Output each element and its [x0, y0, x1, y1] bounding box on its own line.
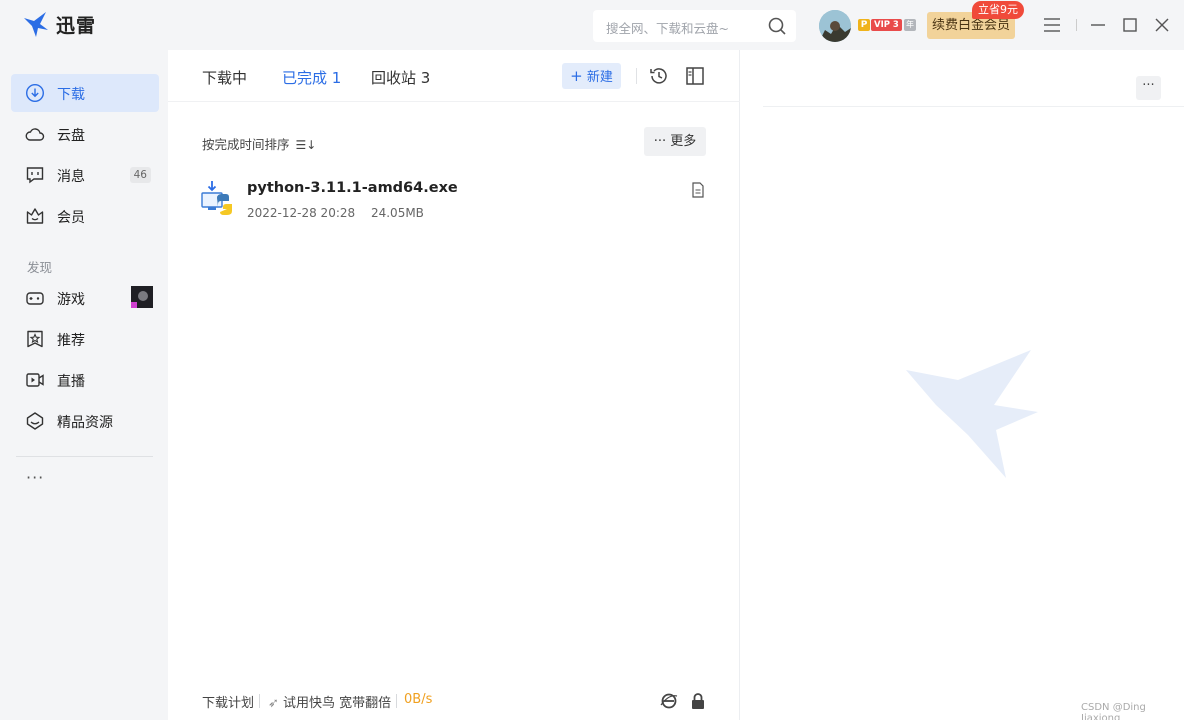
search-input[interactable]: 搜全网、下载和云盘~	[606, 18, 729, 37]
sort-label: 按完成时间排序	[202, 137, 290, 152]
history-icon[interactable]	[648, 65, 670, 87]
python-installer-icon	[201, 181, 232, 215]
sidebar-more-button[interactable]: ···	[26, 468, 44, 487]
avatar[interactable]	[819, 10, 851, 42]
sidebar-item-cloud[interactable]: 云盘	[11, 115, 159, 153]
sidebar-item-messages[interactable]: 消息 46	[11, 156, 159, 194]
sidebar-item-label: 精品资源	[57, 415, 113, 431]
sort-icon: ☰↓	[295, 138, 317, 152]
sidebar-item-label: 下载	[57, 87, 85, 103]
file-meta: 2022-12-28 20:28 24.05MB	[247, 206, 436, 220]
sidebar-item-vip[interactable]: 会员	[11, 197, 159, 235]
search-icon[interactable]	[767, 16, 787, 36]
menu-icon[interactable]	[1042, 15, 1062, 35]
file-details-icon[interactable]	[690, 182, 706, 198]
detail-divider	[763, 106, 1184, 107]
status-bar: 下载计划 ➶ 试用快鸟 宽带翻倍 0B/s	[168, 686, 740, 716]
star-icon	[27, 330, 43, 348]
sort-control[interactable]: 按完成时间排序 ☰↓	[202, 134, 316, 153]
download-panel: 下载中 已完成 1 回收站 3 + 新建 按完成时间排序 ☰↓ ··· 更多 p…	[168, 50, 740, 720]
crown-icon	[26, 208, 44, 224]
accelerate-label: 试用快鸟 宽带翻倍	[283, 696, 392, 711]
close-icon[interactable]	[1152, 15, 1172, 35]
section-title-discover: 发现	[27, 260, 53, 275]
titlebar-divider	[1076, 19, 1077, 31]
download-plan-link[interactable]: 下载计划	[202, 692, 254, 711]
new-task-label: 新建	[586, 70, 613, 85]
vip-p-badge: P	[858, 19, 870, 31]
minimize-icon[interactable]	[1088, 15, 1108, 35]
title-bar: 迅雷 搜全网、下载和云盘~ P VIP 3 年 续费白金会员 立省9元	[0, 0, 1184, 50]
new-task-button[interactable]: + 新建	[562, 63, 621, 89]
maximize-icon[interactable]	[1120, 15, 1140, 35]
more-button[interactable]: ··· 更多	[644, 127, 706, 156]
sidebar-item-label: 消息	[57, 169, 85, 185]
sidebar-item-download[interactable]: 下载	[11, 74, 159, 112]
search-box[interactable]: 搜全网、下载和云盘~	[593, 10, 796, 42]
sidebar-item-label: 会员	[57, 210, 85, 226]
sidebar-item-resources[interactable]: 精品资源	[11, 402, 159, 440]
message-count-badge: 46	[129, 167, 151, 183]
thunder-bird-icon	[24, 12, 48, 37]
tab-recycle-bin[interactable]: 回收站 3	[371, 67, 430, 88]
panel-toggle-icon[interactable]	[684, 65, 706, 87]
download-icon	[25, 83, 45, 103]
thunder-bird-watermark-icon	[906, 350, 1038, 478]
game-thumbnail	[131, 286, 153, 308]
plus-icon: +	[570, 67, 583, 85]
sidebar-item-recommend[interactable]: 推荐	[11, 320, 159, 358]
bird-icon: ➶	[268, 696, 279, 711]
footer-divider	[396, 694, 397, 708]
file-name: python-3.11.1-amd64.exe	[247, 180, 458, 196]
vip-year-badge: 年	[904, 19, 916, 31]
sidebar-item-games[interactable]: 游戏	[11, 279, 159, 317]
detail-more-button[interactable]: ···	[1136, 76, 1161, 100]
app-name: 迅雷	[56, 14, 97, 37]
download-speed: 0B/s	[404, 692, 433, 707]
sidebar-divider	[16, 456, 153, 457]
footer-divider	[259, 694, 260, 708]
sidebar-item-label: 直播	[57, 374, 85, 390]
sidebar: 下载 云盘 消息 46 会员 发现 游戏 推荐 直播 精品资源 ···	[0, 50, 168, 720]
live-icon	[26, 373, 44, 387]
lock-icon[interactable]	[690, 692, 706, 710]
sidebar-item-label: 推荐	[57, 333, 85, 349]
tab-downloading[interactable]: 下载中	[202, 67, 247, 88]
sidebar-item-label: 云盘	[57, 128, 85, 144]
tab-bar: 下载中 已完成 1 回收站 3 + 新建	[168, 50, 740, 102]
detail-panel: ··· CSDN @Ding Jiaxiong	[741, 50, 1184, 720]
vip-level-badge: VIP 3	[871, 19, 902, 31]
cloud-icon	[25, 128, 45, 141]
accelerate-link[interactable]: ➶ 试用快鸟 宽带翻倍	[268, 692, 391, 711]
toolbar-divider	[636, 68, 637, 84]
file-row[interactable]: python-3.11.1-amd64.exe 2022-12-28 20:28…	[196, 174, 716, 230]
app-logo: 迅雷	[22, 10, 96, 38]
file-size: 24.05MB	[370, 206, 424, 220]
file-date: 2022-12-28 20:28	[247, 206, 356, 220]
gamepad-icon	[26, 292, 44, 305]
sidebar-item-live[interactable]: 直播	[11, 361, 159, 399]
message-icon	[26, 167, 44, 184]
watermark-text: CSDN @Ding Jiaxiong	[1081, 702, 1146, 720]
sidebar-item-label: 游戏	[57, 292, 85, 308]
tab-completed[interactable]: 已完成 1	[282, 67, 341, 88]
resource-icon	[26, 412, 44, 430]
avatar-image	[819, 10, 851, 42]
browser-icon[interactable]	[660, 692, 678, 710]
promo-badge: 立省9元	[972, 1, 1024, 19]
